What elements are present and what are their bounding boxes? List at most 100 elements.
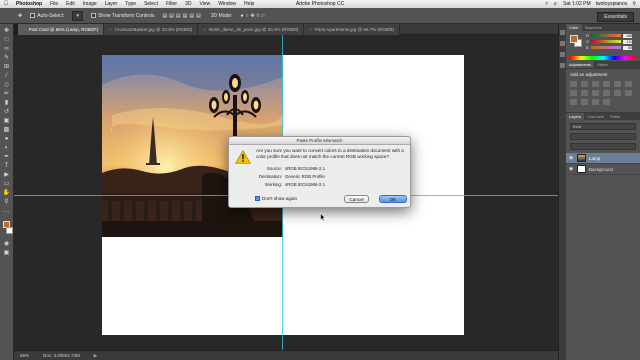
tab-layers[interactable]: Layers [566, 113, 585, 120]
curves-icon[interactable] [592, 81, 599, 87]
blue-value[interactable]: 55 [623, 45, 632, 50]
green-slider-track[interactable] [591, 40, 621, 43]
exposure-icon[interactable] [603, 81, 610, 87]
transform-controls-checkbox[interactable] [90, 12, 96, 18]
green-slider[interactable]: G 111 [586, 39, 632, 44]
invert-icon[interactable] [625, 90, 632, 96]
menu-edit[interactable]: Edit [62, 1, 79, 7]
menu-view[interactable]: View [196, 1, 215, 7]
menu-type[interactable]: Type [121, 1, 140, 7]
apple-icon[interactable]:  [0, 1, 12, 7]
color-spectrum[interactable] [570, 56, 636, 60]
stamp-tool-icon[interactable]: ▮ [2, 100, 11, 106]
hand-tool-icon[interactable]: ✋ [2, 190, 11, 196]
visibility-eye-icon[interactable]: ◉ [569, 166, 574, 172]
menu-filter[interactable]: Filter [162, 1, 181, 7]
pen-tool-icon[interactable]: ✒ [2, 154, 11, 160]
channel-mixer-icon[interactable] [603, 90, 610, 96]
path-select-tool-icon[interactable]: ▶ [2, 172, 11, 178]
marquee-tool-icon[interactable]: □ [2, 37, 11, 43]
gradient-tool-icon[interactable]: ▩ [2, 127, 11, 133]
type-tool-icon[interactable]: T [2, 163, 11, 169]
close-icon[interactable]: × [203, 27, 206, 32]
healing-tool-icon[interactable]: ◇ [2, 82, 11, 88]
red-value[interactable]: 188 [623, 33, 632, 38]
layer-name[interactable]: Background [589, 167, 613, 172]
spotlight-icon[interactable]: ⚲ [632, 1, 636, 7]
close-icon[interactable]: × [309, 27, 312, 32]
tab-adjustments[interactable]: Adjustments [566, 61, 595, 68]
dodge-tool-icon[interactable]: ◐ [2, 145, 11, 151]
crop-tool-icon[interactable]: ⊞ [2, 64, 11, 70]
lasso-tool-icon[interactable]: ∞ [2, 46, 11, 52]
menu-3d[interactable]: 3D [181, 1, 195, 7]
tab-channels[interactable]: Channels [584, 113, 607, 120]
menu-app[interactable]: Photoshop [12, 1, 46, 7]
tab-paris-apartments[interactable]: × Paris Apartments.jpg @ 66.7% (RGB/8) [304, 24, 400, 35]
background-color-swatch[interactable] [6, 227, 13, 234]
menu-window[interactable]: Window [214, 1, 240, 7]
lock-options[interactable] [570, 143, 636, 150]
info-panel-icon[interactable] [560, 52, 565, 57]
visibility-eye-icon[interactable]: ◉ [569, 155, 574, 161]
color-balance-icon[interactable] [570, 90, 577, 96]
gradient-map-icon[interactable] [592, 99, 599, 105]
menu-select[interactable]: Select [140, 1, 162, 7]
quick-select-tool-icon[interactable]: ✎ [2, 55, 11, 61]
tab-notre-dame[interactable]: × Notre_dame_de_paris.jpg @ 33.3% (RGB/8) [198, 24, 305, 35]
tab-post-card[interactable]: × Post Card @ 66% (Lamp, RGB/8*) [18, 24, 104, 35]
photo-filter-icon[interactable] [592, 90, 599, 96]
history-brush-tool-icon[interactable]: ↺ [2, 109, 11, 115]
history-panel-icon[interactable] [560, 30, 565, 35]
tab-swatches[interactable]: Swatches [582, 24, 605, 31]
panel-foreground-swatch[interactable] [570, 35, 578, 43]
black-white-icon[interactable] [581, 90, 588, 96]
red-slider-track[interactable] [591, 34, 621, 37]
more-tools-icon[interactable]: … [2, 208, 11, 214]
vibrance-icon[interactable] [614, 81, 621, 87]
dont-show-again-checkbox[interactable]: ✓ [255, 196, 260, 201]
transform-controls-option[interactable]: Show Transform Controls [90, 12, 154, 19]
layer-name[interactable]: Lamp [589, 156, 600, 161]
brush-panel-icon[interactable] [560, 63, 565, 68]
shape-tool-icon[interactable]: ▭ [2, 181, 11, 187]
tab-croissant-basket[interactable]: × CroissantBasket.jpg @ 33.3% (RGB/8) [103, 24, 199, 35]
layer-filter-dropdown[interactable]: Kind [570, 123, 636, 130]
threshold-icon[interactable] [581, 99, 588, 105]
blend-mode-dropdown[interactable] [570, 133, 636, 140]
screen-mode-icon[interactable]: ▣ [2, 250, 11, 256]
brush-tool-icon[interactable]: ✏ [2, 91, 11, 97]
blue-slider[interactable]: B 55 [586, 45, 632, 50]
eyedropper-tool-icon[interactable]: ⁄ [2, 73, 11, 79]
dont-show-again-label[interactable]: Don't show again [262, 196, 297, 201]
selective-color-icon[interactable] [603, 99, 610, 105]
levels-icon[interactable] [581, 81, 588, 87]
blue-slider-track[interactable] [591, 46, 621, 49]
menubar-user[interactable]: twotoyspianos [596, 1, 628, 7]
workspace-switcher[interactable]: Essentials [597, 12, 634, 22]
volume-icon[interactable]: ♬ [553, 1, 558, 7]
ok-button[interactable]: OK [379, 195, 407, 203]
tab-color[interactable]: Color [566, 24, 582, 31]
zoom-tool-icon[interactable]: ⚲ [2, 199, 11, 205]
menu-image[interactable]: Image [79, 1, 101, 7]
layer-row-background[interactable]: ◉ Background [566, 164, 640, 175]
auto-select-dropdown[interactable]: ▾ [72, 10, 83, 21]
auto-select-checkbox[interactable] [30, 12, 36, 18]
auto-select-option[interactable]: Auto-Select: [30, 13, 64, 19]
3d-mode-icons[interactable]: ●○✥◊□ [240, 13, 266, 19]
move-tool-icon[interactable]: ✥ [18, 13, 22, 19]
color-lookup-icon[interactable] [614, 90, 621, 96]
close-icon[interactable]: × [23, 27, 26, 32]
menubar-clock[interactable]: Sat 1:02 PM [563, 1, 591, 7]
hue-saturation-icon[interactable] [625, 81, 632, 87]
quick-mask-icon[interactable]: ◉ [2, 241, 11, 247]
dont-show-again-option[interactable]: ✓ Don't show again [255, 196, 297, 201]
wifi-icon[interactable]: ≈ [545, 1, 548, 7]
blur-tool-icon[interactable]: ● [2, 136, 11, 142]
red-slider[interactable]: R 188 [586, 33, 632, 38]
cancel-button[interactable]: Cancel [344, 195, 369, 203]
green-value[interactable]: 111 [623, 39, 632, 44]
posterize-icon[interactable] [570, 99, 577, 105]
layer-row-lamp[interactable]: ◉ Lamp [566, 153, 640, 164]
